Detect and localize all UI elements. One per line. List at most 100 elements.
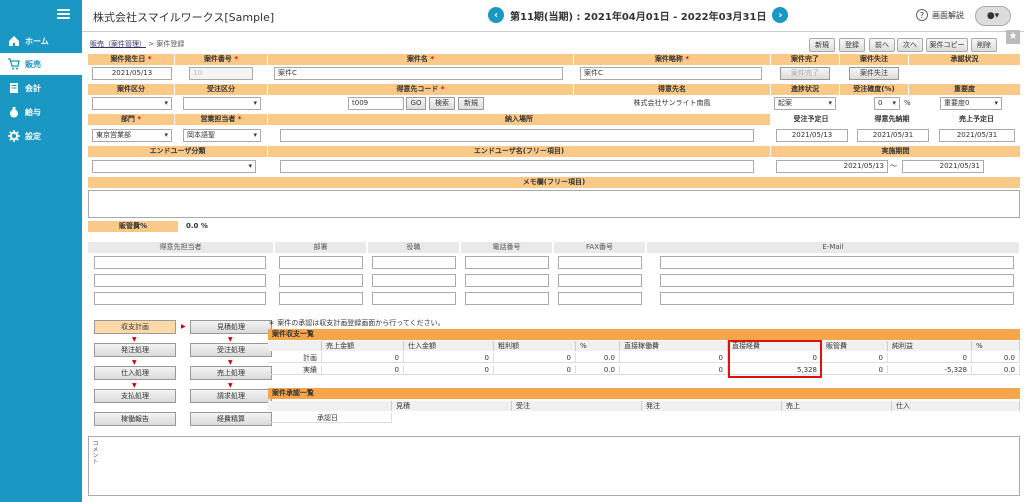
contact-field[interactable]	[465, 292, 549, 305]
home-icon	[9, 36, 19, 46]
contact-field[interactable]	[558, 274, 642, 287]
sidebar-item-accounting[interactable]: 会計	[0, 77, 82, 99]
case-short-field[interactable]: 案件C	[580, 67, 762, 80]
contact-field[interactable]	[558, 256, 642, 269]
contact-field[interactable]	[660, 292, 1014, 305]
delete-button[interactable]: 削除	[971, 38, 997, 52]
contact-field[interactable]	[94, 274, 266, 287]
payment-button[interactable]: 支払処理	[94, 389, 176, 403]
period-from-field[interactable]: 2021/05/13	[776, 160, 888, 173]
header-label: 営業担当者	[200, 115, 236, 123]
case-lost-button[interactable]: 案件失注	[849, 67, 899, 80]
case-kubun-select[interactable]	[92, 97, 172, 110]
date-field[interactable]: 2021/05/13	[92, 67, 172, 80]
contact-field[interactable]	[558, 292, 642, 305]
department-select[interactable]: 東京営業部	[92, 129, 172, 142]
probability-select[interactable]: 0	[874, 97, 900, 110]
arrow-right-icon: ▶	[181, 323, 186, 330]
approval-row-label: 承認日	[268, 413, 392, 423]
memo-textarea[interactable]	[88, 190, 1020, 218]
purchase-button[interactable]: 仕入処理	[94, 366, 176, 380]
next-button[interactable]: 次へ	[897, 38, 923, 52]
new-customer-button[interactable]: 新規	[458, 97, 484, 110]
header-sales: 売上予定日	[933, 114, 1020, 125]
sidebar-item-payroll[interactable]: 給与	[0, 101, 82, 123]
breadcrumb: 販売（案件管理） > 案件登録	[90, 39, 184, 49]
header-label: 部門	[120, 115, 135, 123]
contact-field[interactable]	[660, 256, 1014, 269]
period-to-field[interactable]: 2021/05/31	[902, 160, 984, 173]
case-name-field[interactable]: 案件C	[274, 67, 563, 80]
copy-button[interactable]: 案件コピー	[926, 38, 968, 52]
sidebar-item-settings[interactable]: 設定	[0, 125, 82, 147]
period-tilde: 〜	[890, 162, 897, 170]
invoice-button[interactable]: 請求処理	[190, 389, 272, 403]
receive-button[interactable]: 受注処理	[190, 343, 272, 357]
enduser-name-field[interactable]	[280, 160, 754, 173]
delivery-place-field[interactable]	[280, 129, 754, 142]
importance-select[interactable]: 重要度0	[940, 97, 1002, 110]
contact-field[interactable]	[465, 256, 549, 269]
arrow-down-icon: ▼	[228, 359, 233, 366]
prev-period-icon[interactable]: ‹	[488, 7, 504, 23]
search-button[interactable]: 検索	[429, 97, 455, 110]
comment-textarea[interactable]: コメント	[88, 436, 1020, 496]
go-button[interactable]: GO	[406, 97, 426, 110]
approval-header-blank	[268, 401, 392, 411]
contact-field[interactable]	[465, 274, 549, 287]
contact-header-phone: 電話番号	[461, 242, 553, 253]
favorite-star-icon[interactable]: ★	[1006, 30, 1020, 44]
balance-cell: 0	[620, 353, 728, 363]
register-button[interactable]: 登録	[839, 38, 865, 52]
expense-button[interactable]: 経費精算	[190, 412, 272, 426]
user-menu-button[interactable]: ●▾	[975, 6, 1011, 26]
progress-select[interactable]: 起案	[774, 97, 836, 110]
hamburger-menu-icon[interactable]	[57, 9, 70, 19]
work-report-button[interactable]: 稼働報告	[94, 412, 176, 426]
case-done-button[interactable]: 案件完了	[780, 67, 830, 80]
balance-row-label: 計画	[268, 353, 322, 363]
contact-field[interactable]	[94, 292, 266, 305]
header-done: 案件完了	[771, 54, 839, 65]
customer-code-field[interactable]: t009	[348, 97, 404, 110]
sidebar-item-home[interactable]: ホーム	[0, 30, 82, 52]
balance-cell: 0.0	[576, 353, 620, 363]
sale-button[interactable]: 売上処理	[190, 366, 272, 380]
contact-field[interactable]	[372, 256, 456, 269]
balance-cell: 0	[888, 353, 972, 363]
approval-title: 案件承認一覧	[268, 388, 1020, 399]
plan-button[interactable]: 収支計画	[94, 320, 176, 334]
balance-cell: 0	[822, 353, 888, 363]
comment-label: コメント	[91, 440, 98, 464]
contact-field[interactable]	[660, 274, 1014, 287]
enduser-select[interactable]	[92, 160, 256, 173]
help-link[interactable]: ? 画面解説	[916, 9, 964, 21]
breadcrumb-parent-link[interactable]: 販売（案件管理）	[90, 40, 146, 48]
contact-field[interactable]	[372, 274, 456, 287]
delivery-date-field[interactable]: 2021/05/31	[857, 129, 929, 142]
contact-field[interactable]	[279, 292, 363, 305]
order-button[interactable]: 発注処理	[94, 343, 176, 357]
prev-button[interactable]: 前へ	[869, 38, 895, 52]
sidebar-item-label: 販売	[25, 59, 41, 69]
order-date-field[interactable]: 2021/05/13	[776, 129, 848, 142]
contact-header-dept: 部署	[275, 242, 367, 253]
sidebar-item-sales[interactable]: 販売	[0, 53, 82, 75]
staff-select[interactable]: 岡本語聖	[183, 129, 261, 142]
sga-value: 0.0 %	[186, 222, 208, 230]
estimate-button[interactable]: 見積処理	[190, 320, 272, 334]
juchu-kubun-select[interactable]	[183, 97, 261, 110]
contact-field[interactable]	[279, 274, 363, 287]
contact-field[interactable]	[94, 256, 266, 269]
contact-field[interactable]	[279, 256, 363, 269]
next-period-icon[interactable]: ›	[772, 7, 789, 23]
balance-cell: 0	[620, 365, 728, 375]
balance-header: 売上金額	[322, 341, 404, 351]
header-label: 案件番号	[203, 55, 232, 63]
sales-date-field[interactable]: 2021/05/31	[939, 129, 1015, 142]
new-button[interactable]: 新規	[809, 38, 835, 52]
balance-header: 仕入金額	[404, 341, 494, 351]
approval-header: 発注	[642, 401, 782, 411]
top-bar: 株式会社スマイルワークス[Sample] ‹ 第11期(当期) : 2021年0…	[82, 0, 1024, 32]
contact-field[interactable]	[372, 292, 456, 305]
